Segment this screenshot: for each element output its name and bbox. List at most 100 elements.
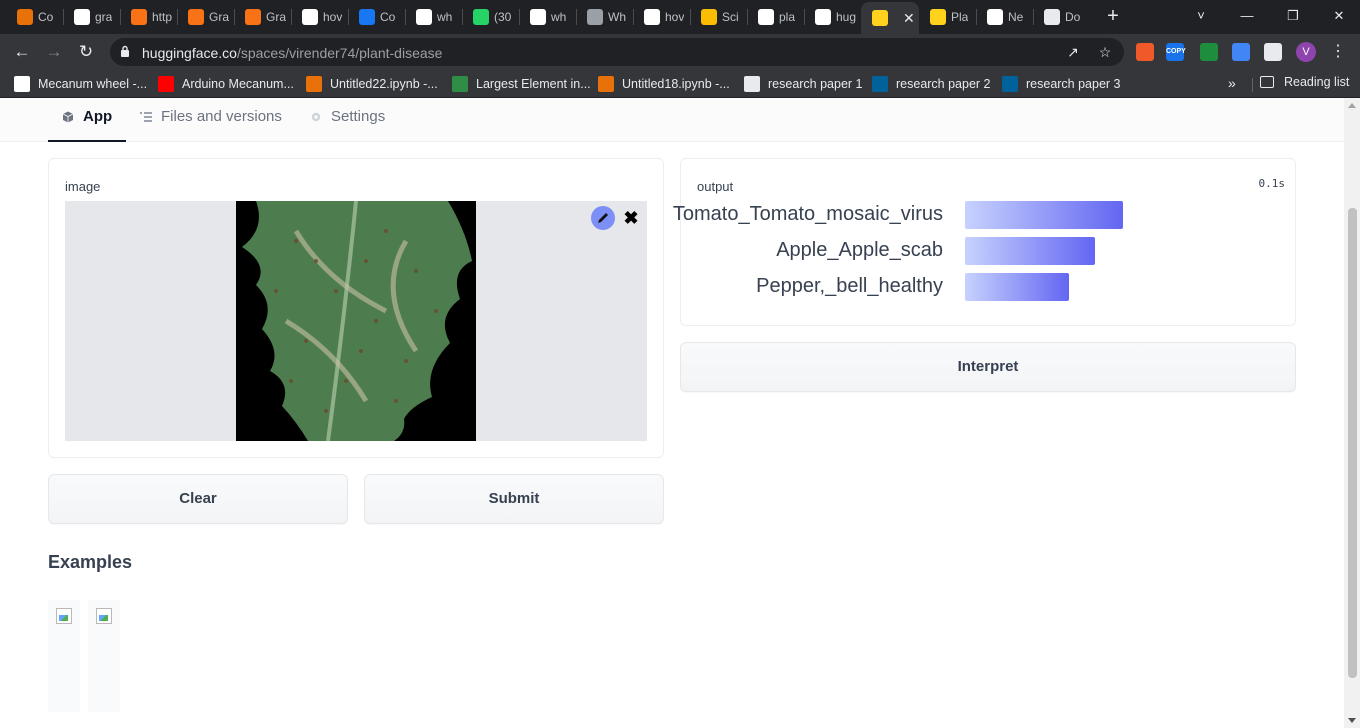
tab-files-and-versions[interactable]: Files and versions: [140, 108, 282, 142]
address-bar[interactable]: huggingface.co/spaces/virender74/plant-d…: [110, 38, 1124, 66]
browser-tab-label: gra: [95, 10, 113, 24]
bookmark-item[interactable]: research paper 3: [1002, 75, 1121, 93]
wikipedia-icon: [14, 76, 30, 92]
window-extension-icon[interactable]: [1232, 43, 1250, 61]
page-scrollbar[interactable]: [1344, 98, 1360, 728]
close-tab-icon[interactable]: ✕: [903, 10, 915, 27]
browser-tab[interactable]: (30: [462, 4, 519, 30]
browser-tab[interactable]: Pla: [919, 4, 976, 30]
pencil-icon: [598, 213, 608, 223]
browser-tab[interactable]: Gra: [177, 4, 234, 30]
tab-settings[interactable]: Settings: [310, 108, 385, 142]
browser-tab[interactable]: hov: [291, 4, 348, 30]
puzzle-extensions-icon[interactable]: [1264, 43, 1282, 61]
bookmark-item[interactable]: Untitled18.ipynb -...: [598, 75, 730, 93]
confidence-label: Pepper,_bell_healthy: [756, 275, 943, 297]
tab-app[interactable]: App: [48, 108, 127, 142]
close-window-icon[interactable]: ✕: [1328, 5, 1350, 27]
eyedropper-extension-icon[interactable]: [1200, 43, 1218, 61]
huggingface-icon: [872, 10, 888, 26]
google-icon: [530, 9, 546, 25]
close-icon: ✖: [623, 207, 639, 228]
more-bookmarks-chevron-icon[interactable]: »: [1228, 75, 1236, 91]
bookmark-label: Untitled18.ipynb -...: [622, 77, 730, 91]
url-path: /spaces/virender74/plant-disease: [236, 45, 443, 61]
page-content: App Files and versions Settings image ✖ …: [0, 98, 1344, 728]
submit-button[interactable]: Submit: [364, 474, 664, 524]
ieee-icon: [1002, 76, 1018, 92]
browser-tab[interactable]: Co: [6, 4, 63, 30]
bookmark-item[interactable]: Largest Element in...: [452, 75, 591, 93]
profile-avatar[interactable]: V: [1296, 42, 1316, 62]
browser-tab[interactable]: wh: [405, 4, 462, 30]
browser-tab-label: hov: [665, 10, 685, 24]
browser-tab-label: Co: [38, 10, 54, 24]
browser-tab[interactable]: hug: [804, 4, 861, 30]
browser-tab-label: Pla: [951, 10, 969, 24]
browser-tab[interactable]: Wh: [576, 4, 633, 30]
globe-icon: [744, 76, 760, 92]
interpret-button[interactable]: Interpret: [680, 342, 1296, 392]
colab-icon: [598, 76, 614, 92]
copy-extension-icon[interactable]: COPY: [1166, 43, 1186, 61]
browser-menu-icon[interactable]: ⋮: [1330, 41, 1346, 63]
scroll-up-arrow-icon[interactable]: [1348, 103, 1356, 108]
reading-list-icon: [1260, 76, 1274, 88]
minimize-icon[interactable]: —: [1236, 5, 1258, 27]
browser-tab-label: wh: [437, 10, 453, 24]
browser-tab[interactable]: http: [120, 4, 177, 30]
scrollbar-thumb[interactable]: [1348, 208, 1357, 678]
bookmark-item[interactable]: Mecanum wheel -...: [14, 75, 147, 93]
share-icon[interactable]: ↗: [1064, 43, 1082, 61]
browser-tab[interactable]: ✕: [861, 2, 919, 34]
bookmark-star-icon[interactable]: ☆: [1096, 43, 1114, 61]
clear-button[interactable]: Clear: [48, 474, 348, 524]
brave-lion-extension-icon[interactable]: [1136, 43, 1154, 61]
image-input-panel: image ✖: [48, 158, 664, 458]
bookmark-item[interactable]: research paper 1: [744, 75, 863, 93]
browser-tab[interactable]: Gra: [234, 4, 291, 30]
bookmark-item[interactable]: research paper 2: [872, 75, 991, 93]
examples-heading: Examples: [48, 552, 133, 572]
browser-tab[interactable]: Co: [348, 4, 405, 30]
browser-tab-label: Sci: [722, 10, 739, 24]
tab-search-chevron-icon[interactable]: ˅: [1190, 5, 1212, 27]
bookmark-item[interactable]: Arduino Mecanum...: [158, 75, 294, 93]
clear-image-button[interactable]: ✖: [619, 206, 643, 230]
browser-tab[interactable]: pla: [747, 4, 804, 30]
url-text: huggingface.co/spaces/virender74/plant-d…: [142, 45, 442, 61]
geeksforgeeks-icon: [452, 76, 468, 92]
gradio-icon: [131, 9, 147, 25]
edit-image-button[interactable]: [591, 206, 615, 230]
browser-tab-label: Gra: [266, 10, 287, 24]
browser-tab-label: hug: [836, 10, 857, 24]
ieee-icon: [872, 76, 888, 92]
reading-list-button[interactable]: Reading list: [1260, 75, 1349, 89]
new-tab-icon[interactable]: +: [1102, 5, 1124, 27]
meta-icon: [359, 9, 375, 25]
browser-tab[interactable]: gra: [63, 4, 120, 30]
example-item[interactable]: [88, 600, 120, 712]
back-arrow-icon[interactable]: ←: [10, 40, 34, 64]
files-icon: [140, 112, 152, 122]
broken-image-icon: [96, 608, 112, 624]
restore-icon[interactable]: ❐: [1282, 5, 1304, 27]
example-item[interactable]: [48, 600, 80, 712]
forward-arrow-icon[interactable]: →: [42, 40, 66, 64]
colab-icon: [17, 9, 33, 25]
youtube-icon: [158, 76, 174, 92]
browser-tab-label: Wh: [608, 10, 626, 24]
scroll-down-arrow-icon[interactable]: [1348, 718, 1356, 723]
bookmark-item[interactable]: Untitled22.ipynb -...: [306, 75, 438, 93]
browser-tab-label: hov: [323, 10, 343, 24]
browser-tab[interactable]: hov: [633, 4, 690, 30]
reload-icon[interactable]: ↻: [74, 40, 98, 64]
broken-image-icon: [56, 608, 72, 624]
confidence-row: Apple_Apple_scab: [681, 237, 1281, 265]
browser-tab[interactable]: Ne: [976, 4, 1033, 30]
browser-tab[interactable]: Do: [1033, 4, 1090, 30]
browser-tab[interactable]: Sci: [690, 4, 747, 30]
browser-tab-label: http: [152, 10, 173, 24]
image-upload-area[interactable]: ✖: [65, 201, 647, 441]
browser-tab[interactable]: wh: [519, 4, 576, 30]
